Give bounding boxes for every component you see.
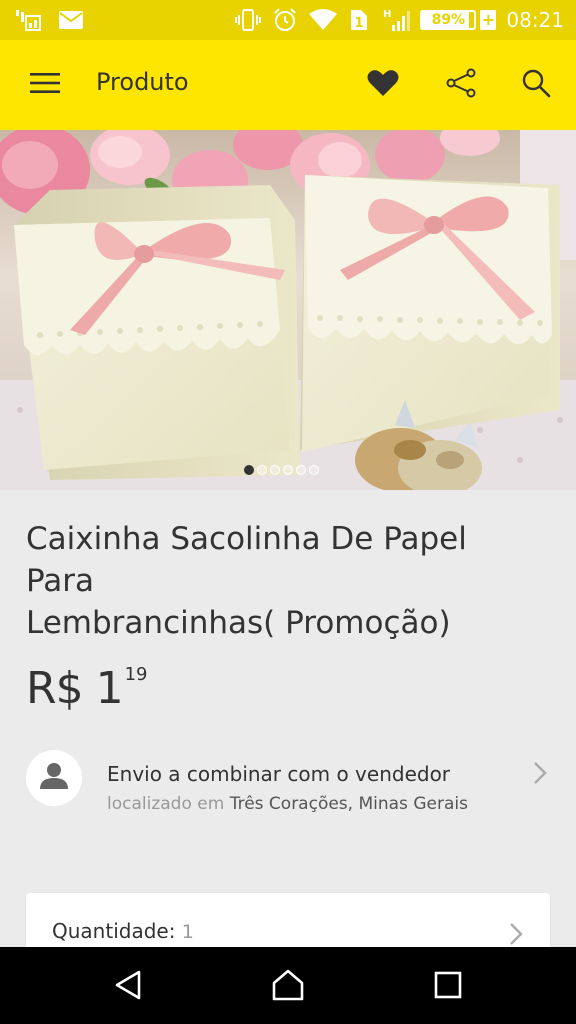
mail-icon	[58, 10, 84, 30]
search-button[interactable]	[516, 65, 556, 105]
battery-percentage: 89%	[431, 12, 466, 28]
charging-icon: +	[480, 10, 497, 30]
status-bar: 1 H 89% + 08:21	[0, 0, 576, 40]
gallery-dot[interactable]	[296, 465, 306, 475]
hamburger-menu-icon	[30, 72, 60, 98]
share-icon	[445, 68, 477, 102]
vibrate-icon	[234, 8, 262, 32]
right-gift-bag	[300, 175, 560, 452]
price-currency: R$	[26, 663, 84, 714]
gallery-dot[interactable]	[244, 465, 254, 475]
svg-text:H: H	[383, 9, 391, 20]
location-text: Três Corações, Minas Gerais	[229, 794, 468, 814]
shipping-row[interactable]: Envio a combinar com o vendedor localiza…	[0, 746, 576, 846]
clock: 08:21	[506, 8, 564, 32]
menu-button[interactable]	[22, 69, 68, 101]
gallery-pagination[interactable]	[244, 465, 319, 475]
system-navigation-bar	[0, 947, 576, 1024]
price-cents: 19	[124, 664, 148, 685]
shipping-title: Envio a combinar com o vendedor	[107, 762, 451, 786]
person-icon	[39, 762, 69, 794]
back-button[interactable]	[106, 965, 150, 1009]
left-gift-bag	[14, 185, 300, 480]
recent-apps-button[interactable]	[426, 965, 470, 1009]
favorite-button[interactable]	[363, 65, 403, 105]
battery-icon: 89%	[420, 10, 477, 30]
seller-location: localizado em Três Corações, Minas Gerai…	[107, 793, 487, 815]
avatar	[26, 750, 82, 806]
share-button[interactable]	[441, 65, 481, 105]
gallery-dot[interactable]	[270, 465, 280, 475]
product-photo	[0, 130, 576, 490]
gallery-dot[interactable]	[283, 465, 293, 475]
product-info: Caixinha Sacolinha De Papel Para Lembran…	[0, 490, 576, 963]
quantity-row: Quantidade: 1	[52, 919, 194, 943]
heart-icon	[367, 69, 399, 101]
quantity-label: Quantidade:	[52, 919, 176, 943]
cell-signal-icon: H	[380, 7, 411, 33]
svg-text:1: 1	[355, 16, 364, 31]
chevron-right-icon	[508, 921, 524, 947]
search-icon	[521, 68, 551, 102]
page-title: Produto	[96, 68, 189, 96]
home-icon	[271, 969, 305, 1005]
square-icon	[434, 971, 462, 1003]
wifi-icon	[308, 8, 338, 32]
app-bar: Produto	[0, 40, 576, 130]
quantity-value: 1	[181, 921, 194, 943]
product-title: Caixinha Sacolinha De Papel Para Lembran…	[26, 521, 467, 641]
product-price: R$ 1 19	[26, 660, 147, 718]
location-prefix: localizado em	[107, 794, 225, 814]
sim-icon: 1	[348, 7, 370, 33]
back-triangle-icon	[113, 969, 143, 1005]
product-image-gallery[interactable]	[0, 130, 576, 490]
gallery-dot[interactable]	[257, 465, 267, 475]
alarm-icon	[272, 7, 298, 33]
chevron-right-icon	[532, 760, 548, 786]
signal-wifi-calling-icon	[14, 8, 42, 32]
price-integer: 1	[95, 663, 124, 714]
gallery-dot[interactable]	[309, 465, 319, 475]
home-button[interactable]	[266, 965, 310, 1009]
